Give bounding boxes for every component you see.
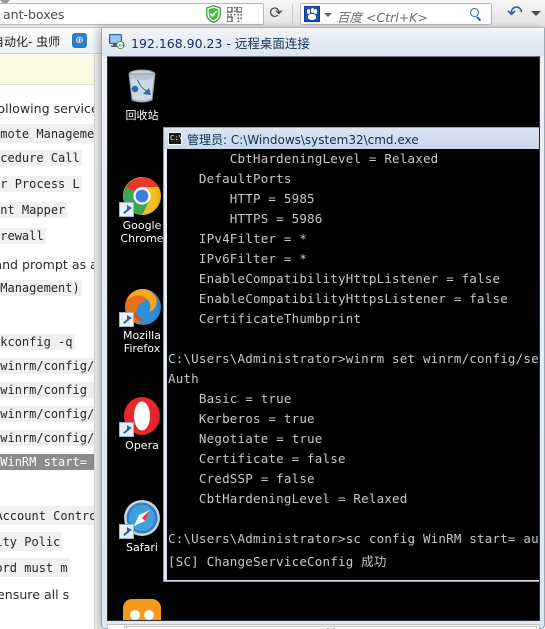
search-engine-chevron-icon[interactable] <box>324 13 332 17</box>
shortcut-overlay-icon <box>119 422 134 437</box>
desktop-icon-label: Safari <box>126 541 158 554</box>
mozilla-firefox-icon <box>119 285 163 327</box>
screen-root: ant-boxes ⟳ 百度 <Ctrl+K> ↶ 动化- 虫师 ⊕ ollow… <box>0 0 545 629</box>
cmd-console-icon: C:\ <box>168 132 182 145</box>
desktop-icon-label: Mozilla Firefox <box>123 329 161 355</box>
svg-text:x4: x4 <box>118 43 124 49</box>
console-line: CertificateThumbprint <box>168 311 362 326</box>
cmd-console-output[interactable]: CbtHardeningLevel = Relaxed DefaultPorts… <box>167 149 539 580</box>
cmd-title-text: 管理员: C:\Windows\system32\cmd.exe <box>187 133 419 147</box>
console-line: IPv6Filter = * <box>168 251 308 266</box>
search-icon[interactable] <box>470 8 483 22</box>
doc-line: DCOM Server Process L <box>0 176 82 192</box>
desktop-icon-label: Opera <box>125 439 159 452</box>
rdp-remote-desktop-canvas[interactable]: 回收站 Google Chrome Mozilla Firefox Opera … <box>107 56 540 621</box>
doc-line: winrm set winrm/config @{Max <box>0 382 101 398</box>
doc-line: winrm set winrm/config/servi <box>0 406 101 422</box>
security-shield-icon[interactable] <box>206 5 221 23</box>
cmd-title-bar[interactable]: C:\ 管理员: C:\Windows\system32\cmd.exe <box>164 128 539 149</box>
safari-icon <box>119 497 163 539</box>
desktop-icon-label: Google Chrome <box>120 219 164 245</box>
scroll-left-arrow-icon[interactable] <box>108 625 125 629</box>
page-scrollbar[interactable] <box>94 55 101 629</box>
messenger-app-icon <box>121 595 163 620</box>
console-line: IPv4Filter = * <box>168 231 308 246</box>
document-lines: 开启下面的 following services Windows Remote … <box>0 86 101 629</box>
console-line: Kerberos = true <box>168 411 315 426</box>
shortcut-overlay-icon <box>119 202 134 217</box>
search-bar[interactable]: 百度 <Ctrl+K> <box>300 3 492 25</box>
console-line: Certificate = false <box>168 451 346 466</box>
console-line: EnableCompatibilityHttpListener = false <box>168 271 501 286</box>
recycle-bin-icon <box>121 65 163 107</box>
opera-icon <box>119 395 163 437</box>
doc-line: Windows Firewall <box>0 228 46 244</box>
doc-line: Windows Remote Management (WS-Management… <box>0 124 101 143</box>
console-line: HTTPS = 5986 <box>168 211 323 226</box>
search-input[interactable]: 百度 <Ctrl+K> <box>337 7 428 26</box>
console-line: C:\Users\Administrator>winrm set winrm/c… <box>168 351 539 366</box>
console-line: Auth <box>168 371 199 386</box>
console-line: HTTP = 5985 <box>168 191 315 206</box>
google-chrome-icon <box>119 175 163 217</box>
rdp-title-bar[interactable]: x4 192.168.90.23 - 远程桌面连接 <box>102 28 544 56</box>
cmd-console-window: C:\ 管理员: C:\Windows\system32\cmd.exe Cbt… <box>163 127 539 582</box>
weibo-icon[interactable]: ⊕ <box>72 33 87 48</box>
back-arrow-icon[interactable]: ↶ <box>505 4 525 24</box>
console-line: CbtHardeningLevel = Relaxed <box>168 151 439 166</box>
doc-line: 开启下面的 following services <box>0 101 101 116</box>
shortcut-overlay-icon <box>119 524 134 539</box>
qr-code-icon[interactable] <box>226 6 243 23</box>
console-line: [SC] ChangeServiceConfig 成功 <box>168 554 387 569</box>
doc-line: winrm (WS-Management) <box>0 280 82 296</box>
console-line: DefaultPorts <box>168 171 292 186</box>
toolbar-overflow-chevron-icon[interactable] <box>531 11 541 16</box>
doc-line: Remote Procedure Call <box>0 150 82 166</box>
console-line: Negotiate = true <box>168 431 323 446</box>
reload-icon[interactable]: ⟳ <box>268 6 284 22</box>
doc-line: winrm set winrm/config/winrs <box>0 358 101 374</box>
rdp-horizontal-scrollbar[interactable]: ‖‖ <box>107 624 540 629</box>
doc-line: 密码 password must m <box>0 558 70 577</box>
doc-line: 重启机器 to ensure all s <box>0 587 70 602</box>
console-line: C:\Users\Administrator>sc config WinRM s… <box>168 531 539 546</box>
doc-line: winrm quickconfig -q <box>0 334 75 350</box>
browser-toolbar: ant-boxes ⟳ 百度 <Ctrl+K> ↶ <box>0 0 545 28</box>
remote-desktop-icon: x4 <box>109 34 125 49</box>
note-banner <box>0 55 101 85</box>
desktop-icon-recycle-bin[interactable]: 回收站 <box>112 65 172 122</box>
console-line: CbtHardeningLevel = Relaxed <box>168 491 408 506</box>
url-text: ant-boxes <box>3 7 65 22</box>
remote-desktop-window: x4 192.168.90.23 - 远程桌面连接 回收站 Google Chr… <box>101 28 545 629</box>
console-line: EnableCompatibilityHttpsListener = false <box>168 291 508 306</box>
toolbar-divider <box>292 4 293 24</box>
baidu-paw-icon[interactable] <box>304 6 320 22</box>
url-bar[interactable]: ant-boxes <box>0 3 264 25</box>
doc-line: 运行 command prompt as ad <box>0 257 101 272</box>
doc-line: 本地 Security Polic <box>0 532 63 551</box>
desktop-icon-partial[interactable] <box>112 595 172 620</box>
rdp-title-text: 192.168.90.23 - 远程桌面连接 <box>131 36 310 51</box>
page-tab-label[interactable]: 自动化- 虫师 <box>0 33 60 50</box>
console-line: CredSSP = false <box>168 471 315 486</box>
doc-line: RPC Endpoint Mapper <box>0 202 68 218</box>
desktop-icon-label: 回收站 <box>125 109 159 122</box>
shortcut-overlay-icon <box>119 312 134 327</box>
doc-line: 关闭 User Account Control <box>0 506 101 525</box>
console-line: Basic = true <box>168 391 292 406</box>
doc-line-highlighted: sc config WinRM start= auto <box>0 454 101 470</box>
doc-line: winrm set winrm/config/servi <box>0 430 101 446</box>
